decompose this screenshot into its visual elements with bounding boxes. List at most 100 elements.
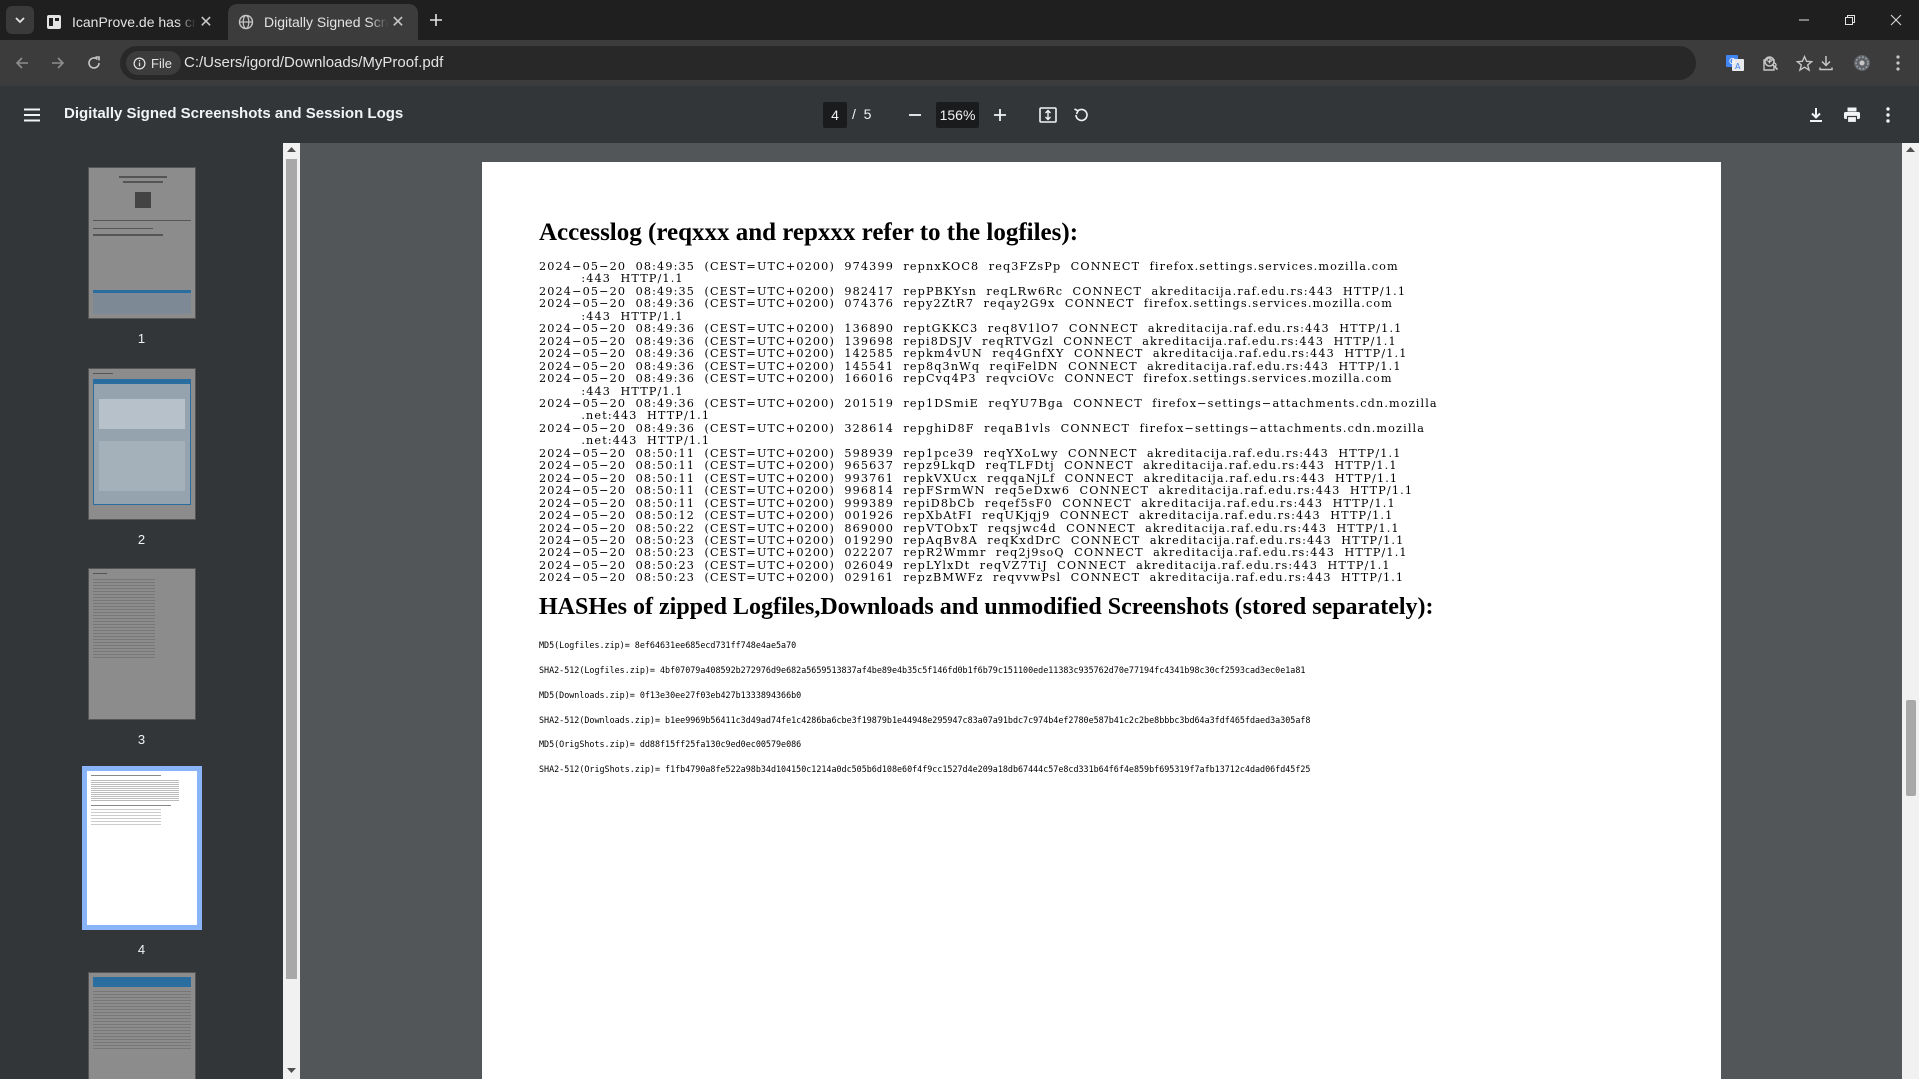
log-line: 2024−05−20 08:50:11 (CEST=UTC+0200) 9656…: [539, 459, 1398, 473]
minimize-button[interactable]: [1781, 0, 1827, 40]
pdf-viewer[interactable]: Accesslog (reqxxx and repxxx refer to th…: [300, 143, 1902, 1079]
logo-icon: [135, 192, 151, 208]
log-line: 2024−05−20 08:49:36 (CEST=UTC+0200) 0743…: [539, 297, 1394, 311]
hash-line: MD5(OrigShots.zip)= dd88f15ff25fa130c9ed…: [539, 739, 802, 749]
rotate-button[interactable]: [1067, 101, 1095, 129]
viewer-scrollbar[interactable]: [1902, 143, 1919, 1079]
hash-line: SHA2-512(OrigShots.zip)= f1fb4790a8fe522…: [539, 764, 1311, 774]
hamburger-icon: [23, 108, 41, 122]
page-thumbnail-1[interactable]: [88, 167, 196, 319]
pdf-download-button[interactable]: [1802, 101, 1830, 129]
page-thumbnail-5[interactable]: [88, 972, 196, 1079]
document-title: Digitally Signed Screenshots and Session…: [64, 105, 404, 122]
log-line: 2024−05−20 08:50:12 (CEST=UTC+0200) 0019…: [539, 509, 1394, 523]
thumbnail-sidebar: 1 2 3 4 5: [0, 143, 283, 1079]
icanprove-favicon: [46, 14, 62, 30]
back-button[interactable]: [8, 49, 36, 77]
log-line: 2024−05−20 08:49:36 (CEST=UTC+0200) 1660…: [539, 372, 1393, 386]
tab-icanprove[interactable]: IcanProve.de has created a digital proof…: [36, 4, 226, 40]
arrow-right-icon: [50, 55, 66, 71]
profile-icon: [1852, 53, 1872, 73]
star-icon: [1795, 54, 1813, 72]
sidebar-toggle-button[interactable]: [18, 101, 46, 129]
scroll-up-icon[interactable]: [287, 146, 296, 152]
chevron-down-icon: [14, 14, 26, 26]
minus-icon: [908, 108, 922, 122]
minimize-icon: [1798, 14, 1810, 26]
thumbnail-number: 1: [137, 331, 146, 346]
sidebar-scroll-thumb[interactable]: [286, 159, 297, 979]
zoom-in-button[interactable]: [986, 101, 1014, 129]
plus-icon: [993, 108, 1007, 122]
restore-button[interactable]: [1827, 0, 1873, 40]
close-icon[interactable]: ✕: [388, 12, 408, 32]
globe-icon: [238, 14, 254, 30]
svg-text:A: A: [1735, 62, 1741, 71]
close-window-button[interactable]: [1873, 0, 1919, 40]
hashes-heading: HASHes of zipped Logfiles,Downloads and …: [539, 594, 1434, 620]
hash-line: MD5(Logfiles.zip)= 8ef64631ee685ecd731ff…: [539, 640, 797, 650]
forward-button[interactable]: [44, 49, 72, 77]
pdf-page-4: Accesslog (reqxxx and repxxx refer to th…: [482, 162, 1721, 1079]
fit-page-icon: [1039, 106, 1057, 124]
page-thumbnail-4[interactable]: [82, 766, 202, 930]
reload-button[interactable]: [80, 49, 108, 77]
hash-line: SHA2-512(Logfiles.zip)= 4bf07079a408592b…: [539, 665, 1306, 675]
thumbnail-number: 3: [137, 732, 146, 747]
log-line: .net:443 HTTP/1.1: [539, 434, 711, 448]
browser-menu-button[interactable]: [1884, 49, 1912, 77]
print-button[interactable]: [1838, 101, 1866, 129]
log-line: 2024−05−20 08:50:23 (CEST=UTC+0200) 0291…: [539, 571, 1405, 585]
close-icon: [1890, 14, 1902, 26]
scroll-down-icon[interactable]: [287, 1068, 296, 1074]
address-bar[interactable]: File C:/Users/igord/Downloads/MyProof.pd…: [120, 46, 1813, 80]
arrow-left-icon: [14, 55, 30, 71]
puzzle-icon: [1761, 54, 1779, 72]
pdf-more-button[interactable]: [1874, 101, 1902, 129]
translate-button[interactable]: GA: [1721, 49, 1749, 77]
page-count: / 5: [852, 106, 871, 122]
print-icon: [1843, 106, 1861, 124]
page-thumbnail-3[interactable]: [88, 568, 196, 720]
log-line: 2024−05−20 08:50:23 (CEST=UTC+0200) 0222…: [539, 546, 1408, 560]
page-number-input[interactable]: 4: [823, 102, 847, 128]
tab-digitally-signed[interactable]: Digitally Signed Screenshots and Session…: [228, 4, 418, 40]
download-icon: [1808, 107, 1824, 123]
log-line: 2024−05−20 08:49:36 (CEST=UTC+0200) 1368…: [539, 322, 1403, 336]
scroll-up-icon[interactable]: [1906, 146, 1915, 152]
hash-line: MD5(Downloads.zip)= 0f13e30ee27f03eb427b…: [539, 690, 802, 700]
pdf-toolbar: Digitally Signed Screenshots and Session…: [0, 86, 1919, 143]
log-line: 2024−05−20 08:50:11 (CEST=UTC+0200) 9968…: [539, 484, 1414, 498]
url-text[interactable]: C:/Users/igord/Downloads/MyProof.pdf: [184, 54, 443, 71]
close-icon[interactable]: ✕: [196, 12, 216, 32]
plus-icon: [429, 13, 443, 27]
access-log: 2024−05−20 08:49:35 (CEST=UTC+0200) 9743…: [539, 260, 1438, 585]
restore-icon: [1844, 14, 1856, 26]
download-icon: [1817, 54, 1835, 72]
tab-search-button[interactable]: [6, 6, 34, 34]
fit-to-page-button[interactable]: [1034, 101, 1062, 129]
thumbnail-number: 4: [137, 942, 146, 957]
viewer-scroll-thumb[interactable]: [1906, 700, 1916, 796]
thumbnail-number: 2: [137, 532, 146, 547]
tab-label: Digitally Signed Screenshots and Session…: [264, 14, 388, 30]
total-pages: 5: [863, 106, 872, 122]
site-info-chip[interactable]: File: [126, 51, 181, 75]
hash-line: SHA2-512(Downloads.zip)= b1ee9969b56411c…: [539, 715, 1311, 725]
profile-button[interactable]: [1848, 49, 1876, 77]
zoom-out-button[interactable]: [901, 101, 929, 129]
info-icon: [133, 57, 146, 70]
new-tab-button[interactable]: [422, 6, 450, 34]
tab-label: IcanProve.de has created a digital proof: [72, 14, 196, 30]
extensions-button[interactable]: [1756, 49, 1784, 77]
sidebar-scrollbar[interactable]: [283, 143, 300, 1079]
downloads-button[interactable]: [1812, 49, 1840, 77]
browser-toolbar: File C:/Users/igord/Downloads/MyProof.pd…: [0, 40, 1919, 86]
translate-icon: GA: [1725, 53, 1745, 73]
page-thumbnail-2[interactable]: [88, 368, 196, 520]
kebab-icon: [1896, 55, 1900, 71]
page-separator: /: [852, 106, 856, 122]
rotate-icon: [1072, 106, 1090, 124]
zoom-level-input[interactable]: 156%: [936, 102, 979, 128]
accesslog-heading: Accesslog (reqxxx and repxxx refer to th…: [539, 219, 1079, 246]
